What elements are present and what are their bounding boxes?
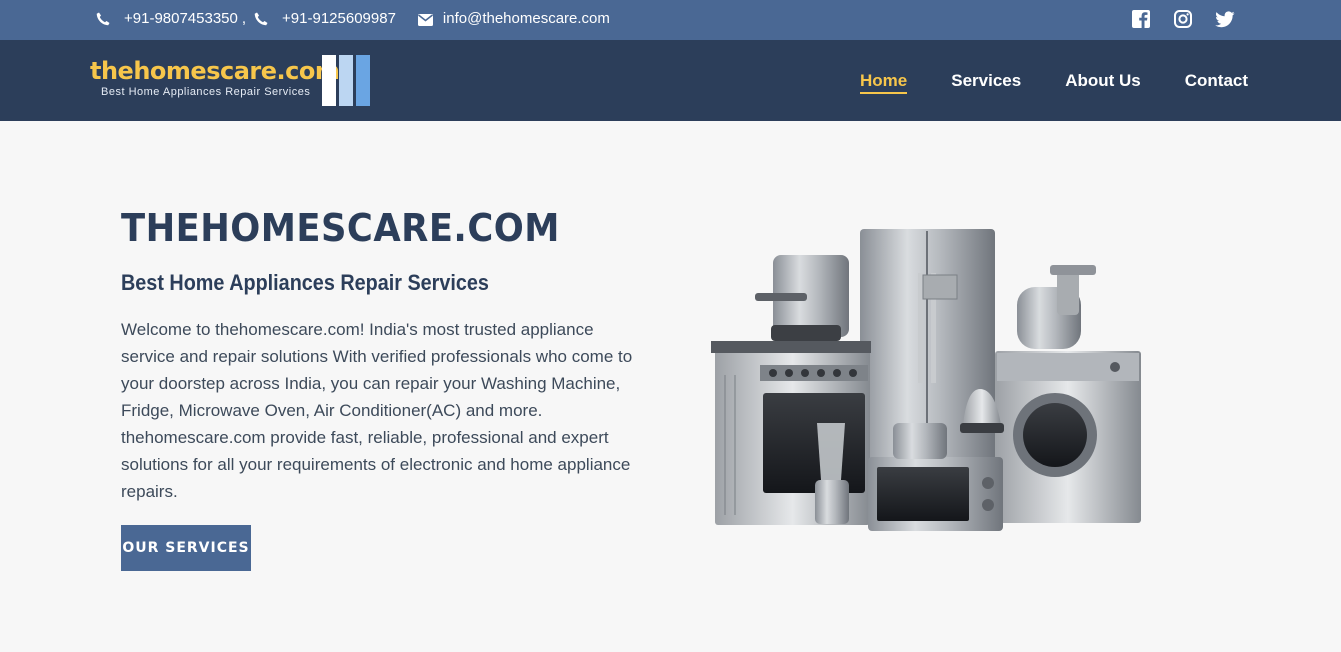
nav-about-us[interactable]: About Us <box>1065 71 1141 94</box>
nav-services[interactable]: Services <box>951 71 1021 94</box>
email-link[interactable]: info@thehomescare.com <box>443 10 610 27</box>
washing-machine <box>995 351 1141 523</box>
appliances-image <box>711 229 1141 531</box>
logo-bar <box>322 55 336 106</box>
primary-nav: Home Services About Us Contact <box>860 71 1248 94</box>
toaster <box>893 423 947 459</box>
coffee-machine <box>755 255 849 341</box>
logo-name: thehomescare.com <box>90 57 340 85</box>
phone-icon <box>96 12 110 26</box>
meat-grinder <box>1017 265 1096 349</box>
logo-bars <box>322 55 372 106</box>
phone-icon <box>254 12 268 26</box>
contact-info: +91-9807453350 , +91-9125609987 info@the… <box>96 10 614 27</box>
hero-title: THEHOMESCARE.COM <box>121 206 560 250</box>
logo-bar <box>356 55 370 106</box>
facebook-icon[interactable] <box>1131 9 1151 29</box>
hero-subtitle: Best Home Appliances Repair Services <box>121 270 489 295</box>
logo-tagline: Best Home Appliances Repair Services <box>101 86 311 98</box>
our-services-button[interactable]: OUR SERVICES <box>121 525 251 571</box>
nav-contact[interactable]: Contact <box>1185 71 1248 94</box>
main-navbar: thehomescare.com Best Home Appliances Re… <box>0 40 1341 121</box>
top-contact-bar: +91-9807453350 , +91-9125609987 info@the… <box>0 0 1341 40</box>
instagram-icon[interactable] <box>1173 9 1193 29</box>
twitter-icon[interactable] <box>1215 9 1235 29</box>
phone-link-2[interactable]: +91-9125609987 <box>282 10 396 27</box>
microwave <box>868 457 1003 531</box>
mail-icon <box>417 13 433 26</box>
site-logo[interactable]: thehomescare.com Best Home Appliances Re… <box>90 54 372 110</box>
nav-home[interactable]: Home <box>860 71 908 94</box>
social-links <box>1131 9 1235 29</box>
hero-description: Welcome to thehomescare.com! India's mos… <box>121 320 633 501</box>
phone-separator: , <box>241 10 247 27</box>
phone-link-1[interactable]: +91-9807453350 <box>124 10 238 27</box>
logo-bar <box>339 55 353 106</box>
